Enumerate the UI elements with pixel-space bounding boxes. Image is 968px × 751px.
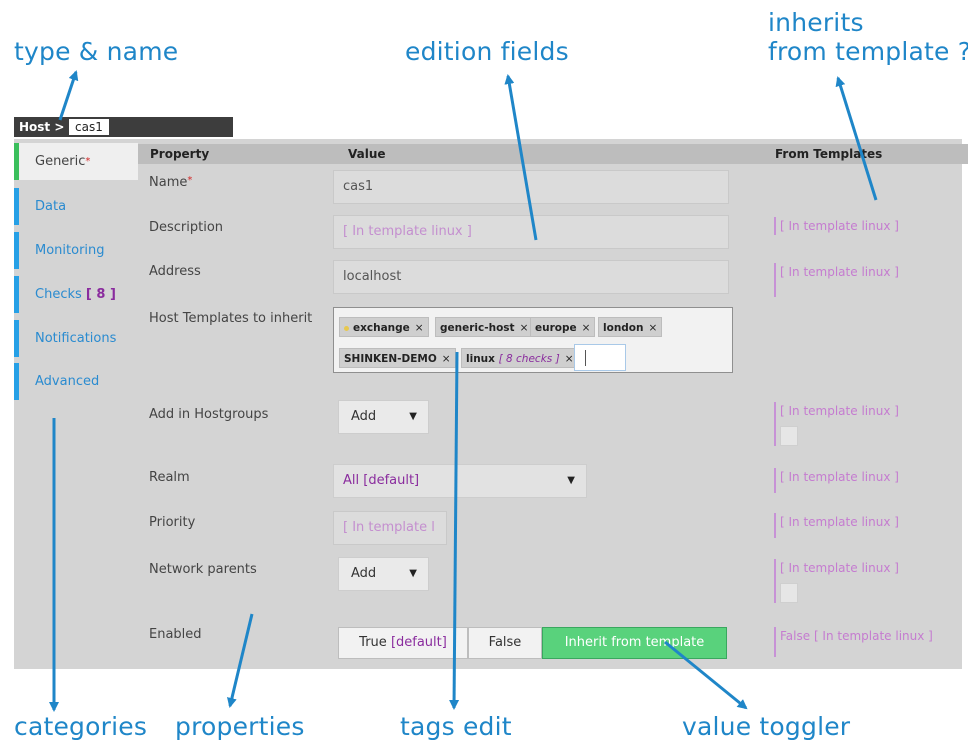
object-name-label: cas1 [69, 119, 109, 135]
property-address-label: Address [149, 264, 201, 279]
sidebar-item-checks[interactable]: Checks [ 8 ] [14, 276, 138, 313]
hostgroups-template-value: [ In template linux ] [774, 402, 899, 446]
remove-tag-icon[interactable]: × [415, 322, 424, 334]
annotation-tags-edit: tags edit [400, 712, 512, 741]
property-realm-label: Realm [149, 470, 190, 485]
property-network-parents-label: Network parents [149, 562, 257, 577]
category-indicator [14, 188, 19, 225]
annotation-value-toggler: value toggler [682, 712, 851, 741]
priority-field[interactable]: [ In template l [333, 511, 447, 545]
sidebar-item-label: Data [35, 199, 67, 214]
remove-tag-icon[interactable]: × [649, 322, 658, 334]
column-header-value: Value [328, 144, 759, 164]
sidebar-item-advanced[interactable]: Advanced [14, 363, 138, 400]
edit-panel: Generic* Data Monitoring Checks [ 8 ] No… [14, 139, 968, 669]
network-parents-add-dropdown[interactable]: Add ▼ [338, 557, 429, 591]
category-sidebar: Generic* Data Monitoring Checks [ 8 ] No… [14, 139, 138, 669]
active-indicator [14, 143, 19, 180]
network-parents-template-value: [ In template linux ] [774, 559, 899, 603]
sidebar-item-monitoring[interactable]: Monitoring [14, 232, 138, 269]
tag-shinken-demo[interactable]: SHINKEN-DEMO × [339, 348, 456, 368]
column-header-from-templates: From Templates [759, 144, 968, 164]
toggle-inherit-from-template[interactable]: Inherit from template [542, 627, 727, 659]
dropdown-caret-icon: ▼ [409, 411, 417, 422]
enabled-template-value: False [ In template linux ] [774, 627, 933, 657]
sidebar-item-label: Notifications [35, 331, 117, 346]
sidebar-item-label: Checks [35, 287, 82, 302]
hostgroups-add-dropdown[interactable]: Add ▼ [338, 400, 429, 434]
tag-exchange[interactable]: exchange × [339, 317, 429, 337]
default-marker: [default] [390, 635, 447, 650]
inherited-value-box [780, 583, 798, 603]
object-type-label: Host > [19, 120, 65, 134]
remove-tag-icon[interactable]: × [565, 353, 574, 365]
tag-linux[interactable]: linux [ 8 checks ] × [461, 348, 579, 368]
sidebar-item-label: Generic [35, 154, 86, 169]
sidebar-item-notifications[interactable]: Notifications [14, 320, 138, 357]
annotation-type-name: type & name [14, 37, 179, 66]
sidebar-item-label: Advanced [35, 374, 100, 389]
name-field[interactable]: cas1 [333, 170, 729, 204]
address-field[interactable]: localhost [333, 260, 729, 294]
address-template-value: [ In template linux ] [774, 263, 899, 297]
realm-template-value: [ In template linux ] [774, 468, 899, 493]
tag-europe[interactable]: europe × [530, 317, 596, 337]
tag-status-dot-icon [344, 325, 349, 331]
column-header-property: Property [138, 144, 336, 164]
inherited-value-box [780, 426, 798, 446]
object-header: Host > cas1 [14, 117, 233, 137]
property-name-label: Name* [149, 175, 193, 190]
annotation-properties: properties [175, 712, 305, 741]
realm-select[interactable]: All [default] ▼ [333, 464, 587, 498]
remove-tag-icon[interactable]: × [520, 322, 529, 334]
category-indicator [14, 363, 19, 400]
category-indicator [14, 320, 19, 357]
checks-count-badge: [ 8 ] [85, 287, 116, 302]
property-hostgroups-label: Add in Hostgroups [149, 407, 269, 422]
category-indicator [14, 276, 19, 313]
host-templates-tag-editor[interactable]: exchange × generic-host × europe × london × … [333, 307, 733, 373]
tag-generic-host[interactable]: generic-host × [435, 317, 534, 337]
priority-template-value: [ In template linux ] [774, 513, 899, 538]
annotation-inherits-line2: from template ? [768, 37, 968, 66]
toggle-true[interactable]: True [default] [338, 627, 468, 659]
dropdown-caret-icon: ▼ [409, 568, 417, 579]
required-marker: * [85, 156, 91, 167]
annotation-edition-fields: edition fields [405, 37, 569, 66]
sidebar-item-data[interactable]: Data [14, 188, 138, 225]
arrow-type-name [58, 70, 79, 121]
annotation-categories: categories [14, 712, 148, 741]
property-enabled-label: Enabled [149, 627, 202, 642]
property-host-templates-label: Host Templates to inherit [149, 311, 313, 326]
property-priority-label: Priority [149, 515, 196, 530]
required-marker: * [187, 175, 193, 186]
sidebar-item-generic[interactable]: Generic* [14, 143, 138, 180]
description-template-value: [ In template linux ] [774, 217, 899, 235]
description-field[interactable]: [ In template linux ] [333, 215, 729, 249]
property-description-label: Description [149, 220, 224, 235]
remove-tag-icon[interactable]: × [582, 322, 591, 334]
sidebar-item-label: Monitoring [35, 243, 105, 258]
category-indicator [14, 232, 19, 269]
annotation-inherits-line1: inherits [768, 8, 864, 37]
linux-checks-count: [ 8 checks ] [498, 353, 560, 365]
remove-tag-icon[interactable]: × [442, 353, 451, 365]
toggle-false[interactable]: False [468, 627, 542, 659]
text-caret [585, 350, 586, 366]
tag-input[interactable] [574, 344, 626, 371]
tag-london[interactable]: london × [598, 317, 663, 337]
dropdown-caret-icon: ▼ [567, 475, 575, 486]
